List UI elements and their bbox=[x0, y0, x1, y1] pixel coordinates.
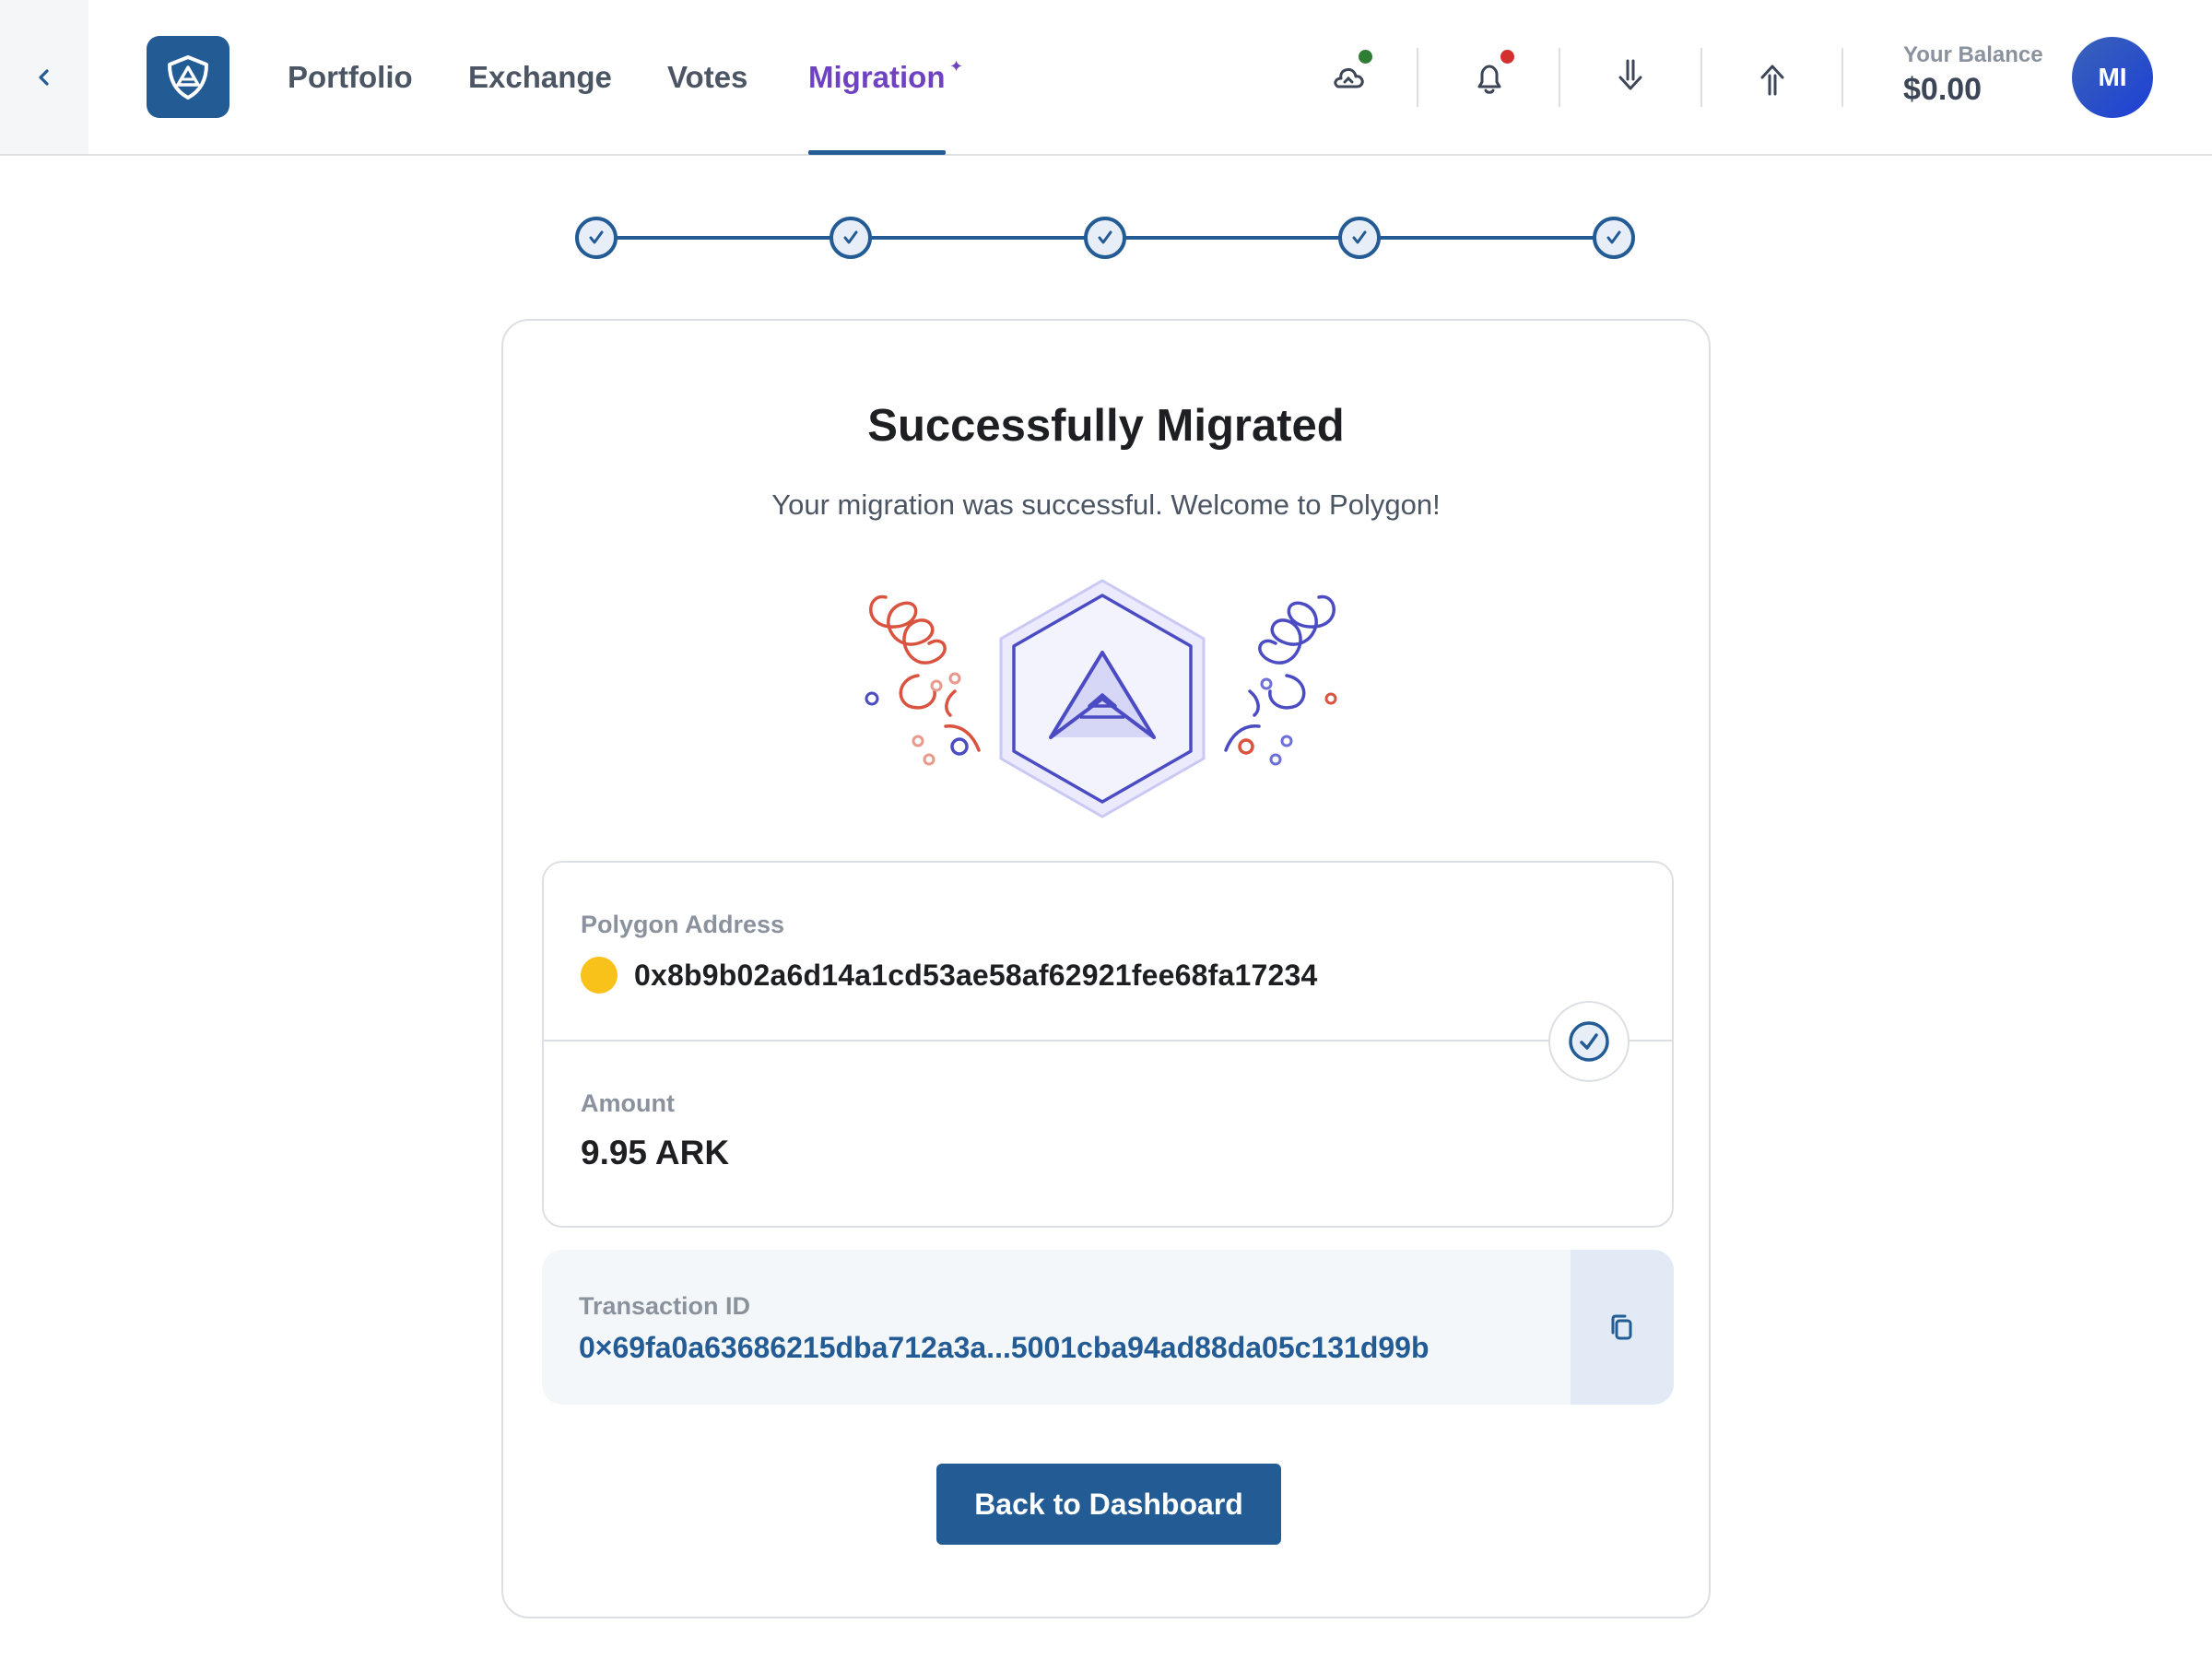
nav-portfolio[interactable]: Portfolio bbox=[288, 57, 413, 98]
status-online-dot bbox=[1359, 50, 1372, 64]
send-button[interactable] bbox=[1743, 48, 1802, 107]
polygon-address-value: 0x8b9b02a6d14a1cd53ae58af62921fee68fa172… bbox=[634, 958, 1318, 992]
top-navigation-bar: Portfolio Exchange Votes Migration ✦ You… bbox=[0, 0, 2212, 156]
chevron-left-icon bbox=[39, 68, 49, 86]
transaction-id-link[interactable]: 0×69fa0a63686215dba712a3a...5001cba94ad8… bbox=[579, 1331, 1430, 1365]
balance-label: Your Balance bbox=[1903, 42, 2043, 67]
transaction-id-label: Transaction ID bbox=[579, 1292, 751, 1320]
step-3-complete bbox=[1084, 217, 1126, 259]
send-icon bbox=[1760, 65, 1784, 96]
polygon-address-row: 0x8b9b02a6d14a1cd53ae58af62921fee68fa172… bbox=[581, 957, 1317, 994]
receive-button[interactable] bbox=[1601, 48, 1660, 107]
check-circle-icon bbox=[1569, 1021, 1609, 1062]
receive-icon bbox=[1618, 59, 1642, 90]
header-divider bbox=[1559, 48, 1560, 107]
migration-success-card: Successfully Migrated Your migration was… bbox=[501, 319, 1711, 1618]
step-2-complete bbox=[830, 217, 872, 259]
confirmed-check-badge bbox=[1548, 1001, 1630, 1082]
copy-icon bbox=[1611, 1314, 1632, 1340]
back-to-dashboard-button[interactable]: Back to Dashboard bbox=[936, 1464, 1281, 1545]
nav-migration[interactable]: Migration bbox=[808, 57, 945, 98]
amount-label: Amount bbox=[581, 1089, 675, 1117]
user-avatar[interactable]: MI bbox=[2072, 37, 2153, 118]
shield-logo-icon bbox=[168, 54, 208, 100]
nav-votes[interactable]: Votes bbox=[667, 57, 747, 98]
app-logo[interactable] bbox=[147, 36, 229, 118]
check-icon bbox=[1606, 230, 1621, 244]
migration-stepper bbox=[571, 210, 1641, 265]
header-divider bbox=[1700, 48, 1702, 107]
check-icon bbox=[589, 230, 604, 244]
details-divider bbox=[544, 1040, 1672, 1041]
page-subtitle: Your migration was successful. Welcome t… bbox=[771, 488, 1441, 521]
balance-value: $0.00 bbox=[1903, 72, 1983, 107]
page-title: Successfully Migrated bbox=[867, 401, 1345, 451]
copy-transaction-id-button[interactable] bbox=[1571, 1250, 1674, 1405]
notification-badge-dot bbox=[1500, 50, 1514, 64]
header-divider bbox=[1417, 48, 1418, 107]
amount-value: 9.95 ARK bbox=[581, 1134, 730, 1171]
active-tab-indicator bbox=[808, 150, 946, 155]
nav-exchange[interactable]: Exchange bbox=[468, 57, 612, 98]
celebration-illustration bbox=[865, 579, 1337, 818]
notifications-button[interactable] bbox=[1460, 48, 1519, 107]
polygon-address-label: Polygon Address bbox=[581, 911, 785, 938]
check-icon bbox=[1098, 230, 1112, 244]
sparkle-icon: ✦ bbox=[949, 57, 964, 76]
migration-details-box: Polygon Address 0x8b9b02a6d14a1cd53ae58a… bbox=[542, 861, 1674, 1228]
check-icon bbox=[1352, 230, 1367, 244]
step-4-complete bbox=[1338, 217, 1381, 259]
check-icon bbox=[843, 230, 858, 244]
network-status-button[interactable] bbox=[1318, 48, 1377, 107]
transaction-id-box: Transaction ID 0×69fa0a63686215dba712a3a… bbox=[542, 1250, 1674, 1405]
back-button[interactable] bbox=[0, 0, 88, 154]
coin-icon bbox=[581, 957, 618, 994]
step-5-complete bbox=[1593, 217, 1635, 259]
step-1-complete bbox=[575, 217, 618, 259]
header-divider bbox=[1841, 48, 1843, 107]
